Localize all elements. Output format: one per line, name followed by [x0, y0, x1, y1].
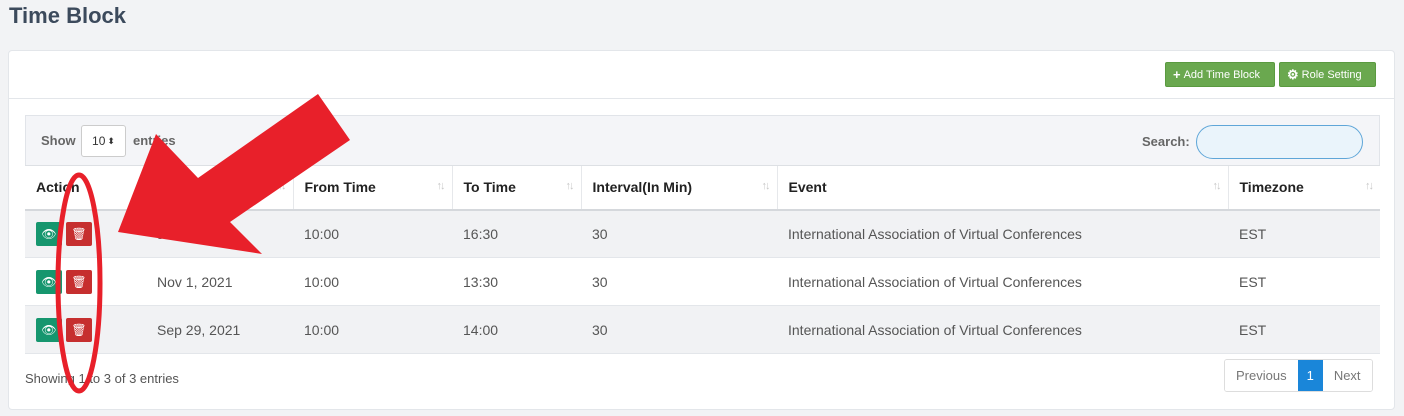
- eye-icon: 👁: [41, 274, 57, 289]
- page-title: Time Block: [9, 3, 126, 28]
- trash-icon: 🗑: [71, 274, 87, 289]
- page-1-button[interactable]: 1: [1297, 360, 1323, 391]
- table-info: Showing 1 to 3 of 3 entries: [25, 371, 179, 386]
- sort-icon: ↑↓: [277, 180, 287, 192]
- search-input[interactable]: [1196, 125, 1363, 159]
- plus-icon: +: [1173, 67, 1181, 82]
- timezone-cell: EST: [1228, 257, 1380, 306]
- next-page-button[interactable]: Next: [1322, 360, 1372, 391]
- event-cell: International Association of Virtual Con…: [777, 209, 1228, 258]
- event-cell: International Association of Virtual Con…: [777, 257, 1228, 306]
- table-row: 👁 🗑 Sep 29, 2021 10:00 14:00 30 Internat…: [25, 305, 1380, 354]
- sort-icon: ↑↓: [565, 180, 575, 192]
- to-time-cell: 13:30: [452, 257, 581, 306]
- interval-cell: 30: [581, 305, 777, 354]
- page-size-value: 10: [92, 134, 106, 148]
- view-button[interactable]: 👁: [36, 221, 62, 246]
- from-time-cell: 10:00: [293, 305, 452, 354]
- sort-icon: ↑↓: [1212, 180, 1222, 192]
- page-size-select[interactable]: 10 ⬍: [81, 125, 126, 157]
- sort-icon: ↑↓: [436, 180, 446, 192]
- role-setting-label: Role Setting: [1301, 68, 1362, 81]
- role-setting-button[interactable]: ⚙ Role Setting: [1279, 62, 1376, 87]
- date-cell: Nov 1, 2021: [146, 257, 293, 306]
- card-header: + Add Time Block ⚙ Role Setting: [9, 51, 1394, 99]
- eye-icon: 👁: [41, 322, 57, 337]
- add-time-block-label: Add Time Block: [1183, 68, 1261, 81]
- from-time-cell: 10:00: [293, 257, 452, 306]
- delete-button[interactable]: 🗑: [66, 317, 92, 342]
- sort-icon: ↑↓: [761, 180, 771, 192]
- show-label: Show: [41, 133, 76, 148]
- previous-page-button[interactable]: Previous: [1225, 360, 1298, 391]
- date-cell: Sep 29, 2021: [146, 305, 293, 354]
- interval-cell: 30: [581, 209, 777, 258]
- column-interval[interactable]: Interval(In Min) ↑↓: [580, 165, 777, 211]
- sort-icon: ↑↓: [1365, 180, 1374, 192]
- table-wrapper: Show 10 ⬍ entries Search: Action ↑↓ From…: [25, 115, 1380, 404]
- action-cell: 👁 🗑: [25, 209, 146, 258]
- delete-button[interactable]: 🗑: [66, 269, 92, 294]
- delete-button[interactable]: 🗑: [66, 221, 92, 246]
- column-date[interactable]: ↑↓: [145, 165, 293, 211]
- view-button[interactable]: 👁: [36, 317, 62, 342]
- timezone-cell: EST: [1228, 209, 1380, 258]
- select-arrows-icon: ⬍: [107, 135, 115, 146]
- table-header-row: Action ↑↓ From Time ↑↓ To Time ↑↓ Interval…: [25, 165, 1380, 211]
- table-row: 👁 🗑 Nov 1, 2021 10:00 13:30 30 Internati…: [25, 257, 1380, 306]
- view-button[interactable]: 👁: [36, 269, 62, 294]
- column-event[interactable]: Event ↑↓: [776, 165, 1228, 211]
- pagination: Previous 1 Next: [1224, 359, 1373, 392]
- column-action[interactable]: Action: [25, 165, 146, 211]
- column-to-time[interactable]: To Time ↑↓: [451, 165, 581, 211]
- interval-cell: 30: [581, 257, 777, 306]
- trash-icon: 🗑: [71, 322, 87, 337]
- table-toolbar: Show 10 ⬍ entries Search:: [25, 115, 1380, 165]
- timezone-cell: EST: [1228, 305, 1380, 354]
- date-cell: Jan 25, 2023: [146, 209, 293, 258]
- event-cell: International Association of Virtual Con…: [777, 305, 1228, 354]
- eye-icon: 👁: [41, 226, 57, 241]
- gear-icon: ⚙: [1287, 66, 1299, 82]
- column-timezone[interactable]: Timezone ↑↓: [1227, 165, 1380, 211]
- add-time-block-button[interactable]: + Add Time Block: [1165, 62, 1275, 87]
- entries-label: entries: [133, 133, 176, 148]
- column-from-time[interactable]: From Time ↑↓: [292, 165, 452, 211]
- action-cell: 👁 🗑: [25, 305, 146, 354]
- from-time-cell: 10:00: [293, 209, 452, 258]
- action-cell: 👁 🗑: [25, 257, 146, 306]
- trash-icon: 🗑: [71, 226, 87, 241]
- table-row: 👁 🗑 Jan 25, 2023 10:00 16:30 30 Internat…: [25, 209, 1380, 258]
- to-time-cell: 16:30: [452, 209, 581, 258]
- time-block-card: + Add Time Block ⚙ Role Setting Show 10 …: [8, 50, 1395, 410]
- to-time-cell: 14:00: [452, 305, 581, 354]
- time-block-table: Action ↑↓ From Time ↑↓ To Time ↑↓ Interval…: [25, 165, 1380, 354]
- search-label: Search:: [1142, 134, 1190, 149]
